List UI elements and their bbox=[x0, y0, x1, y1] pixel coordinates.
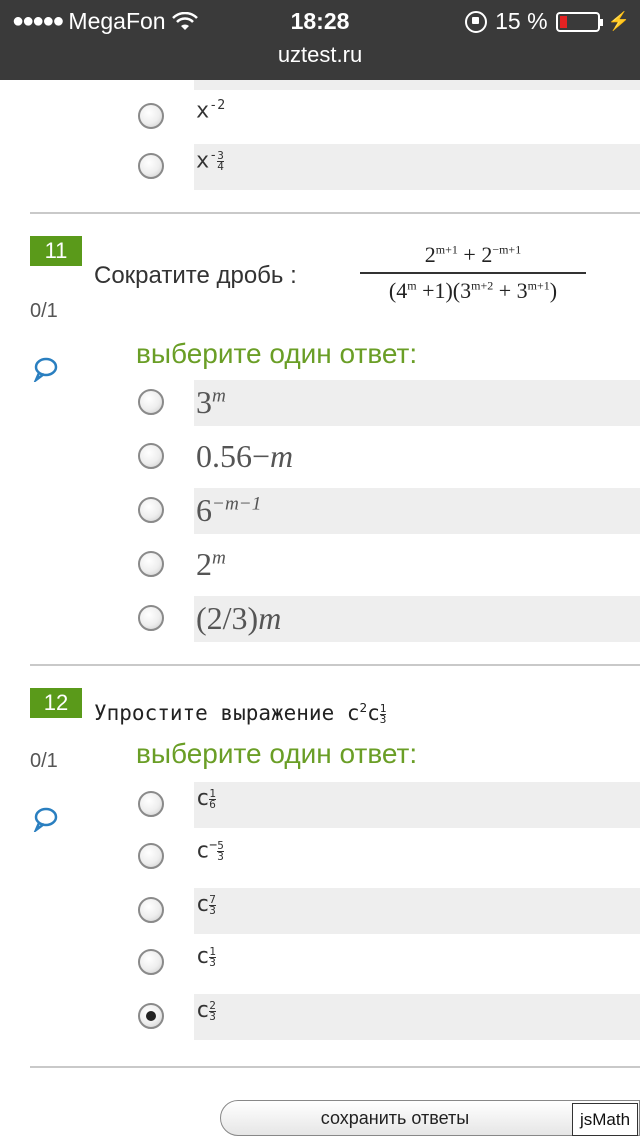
option-row[interactable]: c16 bbox=[138, 782, 640, 828]
option-bg bbox=[194, 888, 640, 934]
option-bg bbox=[194, 94, 640, 140]
option-text: x- 3 4 bbox=[196, 148, 224, 174]
divider bbox=[30, 212, 640, 214]
radio-button[interactable] bbox=[138, 389, 164, 415]
option-bg bbox=[194, 144, 640, 190]
option-bg bbox=[194, 80, 640, 90]
option-row[interactable]: 3m bbox=[138, 380, 640, 426]
question-score: 0/1 bbox=[30, 750, 58, 772]
url-bar[interactable]: uztest.ru bbox=[0, 42, 640, 68]
question-number: 12 bbox=[30, 688, 82, 718]
rotation-lock-icon bbox=[465, 10, 488, 33]
option-text: c73 bbox=[196, 892, 216, 917]
charging-icon: ⚡ bbox=[607, 11, 630, 31]
option-row[interactable]: 2m bbox=[138, 542, 640, 588]
option-row-selected[interactable]: c23 bbox=[138, 994, 640, 1040]
option-row[interactable]: x-2 bbox=[138, 94, 640, 140]
option-row[interactable]: 6−m−1 bbox=[138, 488, 640, 534]
question-score: 0/1 bbox=[30, 300, 58, 322]
divider bbox=[30, 664, 640, 666]
option-text: (2/3)m bbox=[196, 600, 282, 636]
question-number: 11 bbox=[30, 236, 82, 266]
radio-button[interactable] bbox=[138, 103, 164, 129]
divider bbox=[30, 1066, 640, 1068]
option-row[interactable]: c13 bbox=[138, 940, 640, 986]
option-text: x-2 bbox=[196, 98, 226, 124]
status-bar: ●●●●● MegaFon 18:28 15 % ⚡ uztest.ru bbox=[0, 0, 640, 80]
radio-button-selected[interactable] bbox=[138, 1003, 164, 1029]
radio-button[interactable] bbox=[138, 153, 164, 179]
option-bg bbox=[194, 994, 640, 1040]
option-bg bbox=[194, 834, 640, 880]
radio-button[interactable] bbox=[138, 791, 164, 817]
option-text: c13 bbox=[196, 944, 216, 969]
option-text: 2m bbox=[196, 546, 226, 582]
option-bg bbox=[194, 782, 640, 828]
jsmath-button[interactable]: jsMath bbox=[572, 1103, 638, 1136]
option-bg bbox=[194, 940, 640, 986]
radio-button[interactable] bbox=[138, 551, 164, 577]
radio-button[interactable] bbox=[138, 605, 164, 631]
option-text: 6−m−1 bbox=[196, 492, 262, 528]
option-text: c23 bbox=[196, 998, 216, 1023]
option-row[interactable]: (2/3)m bbox=[138, 596, 640, 642]
question-formula: 2m+1 + 2−m+1 (4m +1)(3m+2 + 3m+1) bbox=[360, 242, 586, 304]
option-text: 0.56−m bbox=[196, 438, 294, 474]
status-right: 15 % ⚡ bbox=[465, 8, 630, 35]
option-row[interactable]: c73 bbox=[138, 888, 640, 934]
choose-label: выберите один ответ: bbox=[136, 338, 418, 369]
comment-icon[interactable] bbox=[32, 806, 58, 832]
radio-button[interactable] bbox=[138, 497, 164, 523]
radio-button[interactable] bbox=[138, 897, 164, 923]
option-text: 3m bbox=[196, 384, 226, 420]
radio-button[interactable] bbox=[138, 949, 164, 975]
option-row[interactable]: x- 3 4 bbox=[138, 144, 640, 190]
battery-percent: 15 % bbox=[495, 8, 548, 34]
radio-button[interactable] bbox=[138, 843, 164, 869]
comment-icon[interactable] bbox=[32, 356, 58, 382]
battery-icon bbox=[555, 11, 603, 32]
choose-label: выберите один ответ: bbox=[136, 738, 418, 769]
option-text: c16 bbox=[196, 786, 216, 811]
option-row[interactable]: 0.56−m bbox=[138, 434, 640, 480]
radio-button[interactable] bbox=[138, 443, 164, 469]
option-bg bbox=[194, 542, 640, 588]
option-row[interactable]: c− 5 3 bbox=[138, 834, 640, 880]
option-text: c− 5 3 bbox=[196, 838, 224, 864]
question-text: Сократите дробь : bbox=[94, 262, 297, 289]
question-text: Упростите выражение c2c 1 3 bbox=[94, 700, 387, 726]
option-bg bbox=[194, 380, 640, 426]
